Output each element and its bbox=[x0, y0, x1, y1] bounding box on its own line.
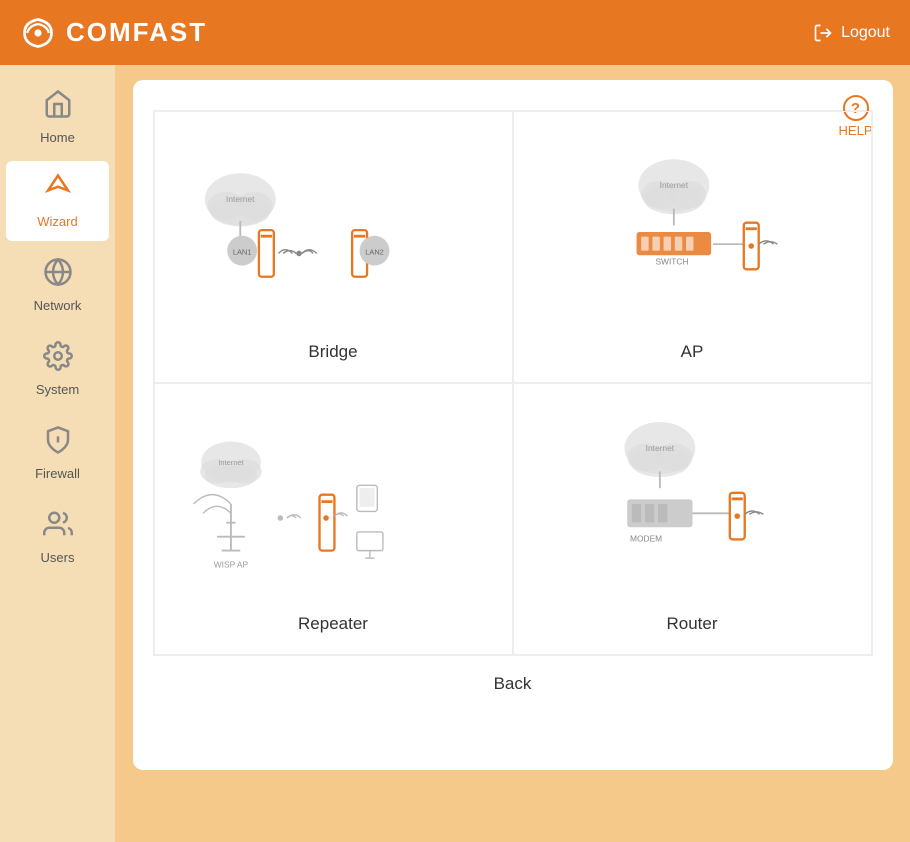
sidebar-users-label: Users bbox=[41, 550, 75, 565]
modes-grid: Internet LAN1 bbox=[153, 110, 873, 656]
content-area: ? HELP Internet bbox=[115, 65, 910, 842]
sidebar-network-label: Network bbox=[34, 298, 82, 313]
sidebar-item-home[interactable]: Home bbox=[6, 77, 109, 157]
sidebar-item-firewall[interactable]: Firewall bbox=[6, 413, 109, 493]
svg-text:Internet: Internet bbox=[226, 194, 255, 204]
router-label: Router bbox=[666, 614, 717, 634]
svg-text:WISP AP: WISP AP bbox=[213, 559, 248, 569]
main-layout: Home Wizard Network bbox=[0, 65, 910, 842]
repeater-diagram: WISP AP Internet bbox=[175, 404, 492, 604]
sidebar-item-wizard[interactable]: Wizard bbox=[6, 161, 109, 241]
logo-text: COMFAST bbox=[66, 17, 207, 48]
logout-label: Logout bbox=[841, 24, 890, 42]
back-label: Back bbox=[494, 674, 532, 693]
sidebar-wizard-label: Wizard bbox=[37, 214, 77, 229]
firewall-icon bbox=[43, 425, 73, 462]
back-button[interactable]: Back bbox=[153, 674, 873, 694]
sidebar-system-label: System bbox=[36, 382, 79, 397]
logo: COMFAST bbox=[20, 15, 207, 51]
mode-bridge[interactable]: Internet LAN1 bbox=[154, 111, 513, 383]
wizard-card: ? HELP Internet bbox=[133, 80, 893, 770]
mode-router[interactable]: Internet MODEM bbox=[513, 383, 872, 655]
svg-text:LAN2: LAN2 bbox=[365, 247, 384, 256]
header: COMFAST Logout bbox=[0, 0, 910, 65]
bridge-diagram: Internet LAN1 bbox=[175, 132, 492, 332]
logo-icon bbox=[20, 15, 56, 51]
svg-text:MODEM: MODEM bbox=[630, 533, 662, 543]
wizard-icon bbox=[43, 173, 73, 210]
sidebar-item-network[interactable]: Network bbox=[6, 245, 109, 325]
system-icon bbox=[43, 341, 73, 378]
logout-button[interactable]: Logout bbox=[813, 23, 890, 43]
sidebar-item-system[interactable]: System bbox=[6, 329, 109, 409]
svg-text:Internet: Internet bbox=[645, 443, 674, 453]
users-icon bbox=[43, 509, 73, 546]
network-icon bbox=[43, 257, 73, 294]
sidebar-home-label: Home bbox=[40, 130, 75, 145]
svg-text:Internet: Internet bbox=[218, 458, 244, 467]
repeater-label: Repeater bbox=[298, 614, 368, 634]
logout-icon bbox=[813, 23, 833, 43]
sidebar-item-users[interactable]: Users bbox=[6, 497, 109, 577]
svg-text:LAN1: LAN1 bbox=[232, 247, 251, 256]
mode-ap[interactable]: Internet SWITCH bbox=[513, 111, 872, 383]
svg-text:SWITCH: SWITCH bbox=[655, 257, 688, 267]
ap-diagram: Internet SWITCH bbox=[534, 132, 851, 332]
mode-repeater[interactable]: WISP AP Internet bbox=[154, 383, 513, 655]
sidebar-firewall-label: Firewall bbox=[35, 466, 80, 481]
ap-label: AP bbox=[681, 342, 704, 362]
svg-text:Internet: Internet bbox=[659, 180, 688, 190]
home-icon bbox=[43, 89, 73, 126]
bridge-label: Bridge bbox=[308, 342, 357, 362]
router-diagram: Internet MODEM bbox=[534, 404, 851, 604]
sidebar: Home Wizard Network bbox=[0, 65, 115, 842]
